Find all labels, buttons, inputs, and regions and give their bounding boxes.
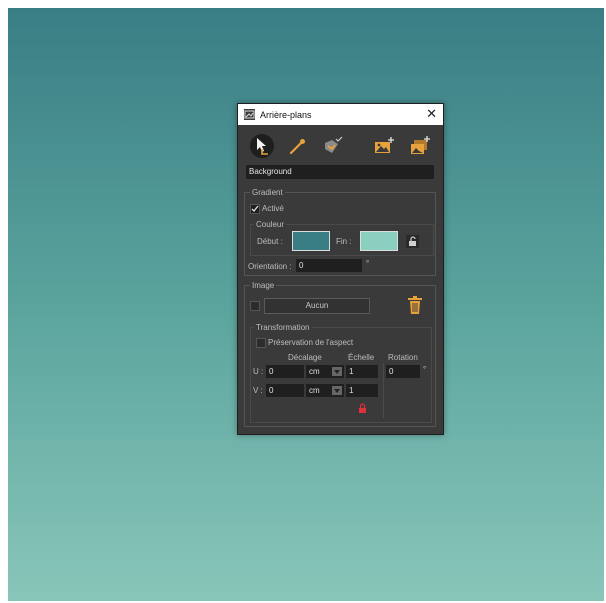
add-image-icon[interactable] bbox=[372, 134, 396, 158]
title-bar[interactable]: Arrière-plans ✕ bbox=[238, 104, 443, 125]
eyedropper-tool-icon[interactable] bbox=[285, 134, 309, 158]
start-color-swatch[interactable] bbox=[292, 231, 330, 251]
gradient-label: Gradient bbox=[250, 188, 285, 197]
orientation-label: Orientation : bbox=[248, 262, 292, 271]
transformation-label: Transformation bbox=[254, 323, 312, 332]
rotation-divider bbox=[383, 363, 384, 418]
image-enable-checkbox[interactable] bbox=[250, 301, 260, 311]
rotation-input[interactable]: 0 bbox=[386, 365, 420, 378]
start-label: Début : bbox=[257, 237, 283, 246]
app-icon bbox=[244, 109, 255, 120]
image-label: Image bbox=[250, 281, 277, 290]
scale-header: Échelle bbox=[348, 353, 375, 362]
apply-tool-icon[interactable] bbox=[320, 134, 344, 158]
active-label: Activé bbox=[262, 204, 284, 213]
toolbar bbox=[238, 132, 443, 164]
u-unit-value: cm bbox=[309, 367, 320, 376]
lock-closed-icon[interactable] bbox=[356, 402, 369, 415]
rotation-header: Rotation bbox=[388, 353, 418, 362]
v-label: V : bbox=[253, 386, 263, 395]
chevron-down-icon[interactable] bbox=[332, 367, 342, 376]
offset-header: Décalage bbox=[288, 353, 322, 362]
preserve-aspect-label: Préservation de l'aspect bbox=[268, 338, 354, 347]
divider bbox=[244, 426, 436, 427]
u-offset-input[interactable]: 0 bbox=[266, 365, 304, 378]
select-tool-icon[interactable] bbox=[250, 134, 274, 158]
v-scale-input[interactable]: 1 bbox=[346, 384, 378, 397]
u-scale-input[interactable]: 1 bbox=[346, 365, 378, 378]
end-color-swatch[interactable] bbox=[360, 231, 398, 251]
rotation-unit: ° bbox=[423, 365, 427, 374]
background-name-field[interactable]: Background bbox=[246, 165, 434, 179]
orientation-input[interactable]: 0 bbox=[296, 259, 362, 272]
image-select-button[interactable]: Aucun bbox=[264, 298, 370, 314]
lock-open-icon[interactable] bbox=[406, 235, 419, 248]
u-unit-select[interactable]: cm bbox=[306, 365, 344, 378]
add-images-icon[interactable] bbox=[408, 134, 432, 158]
end-label: Fin : bbox=[336, 237, 352, 246]
v-unit-select[interactable]: cm bbox=[306, 384, 344, 397]
u-label: U : bbox=[253, 367, 264, 376]
orientation-unit: ° bbox=[366, 259, 370, 268]
active-checkbox[interactable] bbox=[250, 204, 260, 214]
close-button[interactable]: ✕ bbox=[426, 106, 437, 121]
window-title: Arrière-plans bbox=[260, 110, 312, 120]
v-unit-value: cm bbox=[309, 386, 320, 395]
chevron-down-icon[interactable] bbox=[332, 386, 342, 395]
backgrounds-dialog: Arrière-plans ✕ Background Gradient Acti… bbox=[237, 103, 444, 435]
color-label: Couleur bbox=[254, 220, 287, 229]
preserve-aspect-checkbox[interactable] bbox=[256, 338, 266, 348]
v-offset-input[interactable]: 0 bbox=[266, 384, 304, 397]
trash-icon[interactable] bbox=[406, 295, 424, 315]
